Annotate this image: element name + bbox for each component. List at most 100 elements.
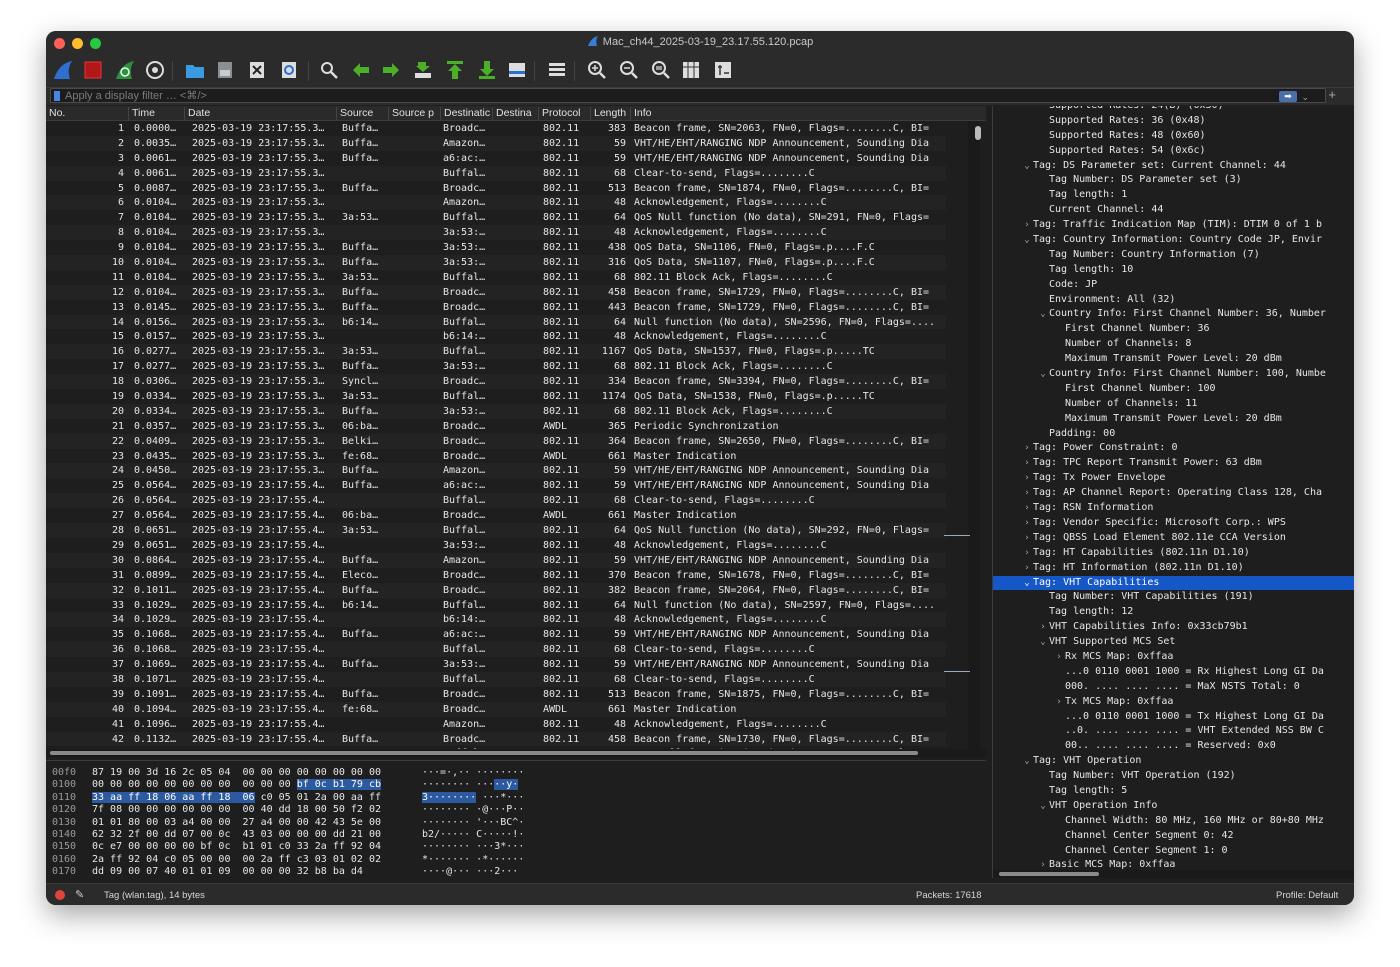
packet-row[interactable]: 41 0.1096… 2025-03-19 23:17:55.4… Amazon… 80… [46, 717, 946, 732]
hex-ascii[interactable]: b2/····· C·····!· [422, 829, 524, 841]
detail-row[interactable]: ⌄ VHT Supported MCS Set [993, 635, 1354, 650]
detail-row[interactable]: Tag length: 5 [993, 784, 1354, 799]
packet-row[interactable]: 24 0.0450… 2025-03-19 23:17:55.3… Buffa… Ama… [46, 463, 946, 479]
detail-row[interactable]: ⌄ Country Info: First Channel Number: 36,… [993, 307, 1354, 322]
hex-ascii[interactable]: ···=·,·· ········ [422, 767, 524, 779]
save-file-icon[interactable] [214, 59, 236, 81]
packet-row[interactable]: 13 0.0145… 2025-03-19 23:17:55.3… Buffa… Bro… [46, 300, 946, 315]
packet-row[interactable]: 2 0.0035… 2025-03-19 23:17:55.3… Buffa… Amaz… [46, 135, 946, 151]
detail-row[interactable]: Code: JP [993, 278, 1354, 293]
chevron-right-icon[interactable]: › [1037, 620, 1049, 635]
packet-row[interactable]: 26 0.0564… 2025-03-19 23:17:55.4… Buffal… 80… [46, 493, 946, 509]
detail-row[interactable]: › Tag: Tx Power Envelope [993, 471, 1354, 486]
column-header[interactable]: No. [46, 107, 128, 120]
detail-row[interactable]: Current Channel: 44 [993, 203, 1354, 218]
packet-row[interactable]: 42 0.1132… 2025-03-19 23:17:55.4… Buffa… Bro… [46, 731, 946, 747]
packet-row[interactable]: 11 0.0104… 2025-03-19 23:17:55.3… 3a:53… Buf… [46, 270, 946, 285]
expert-info-icon[interactable] [55, 890, 65, 900]
detail-row[interactable]: ...0 0110 0001 1000 = Rx Highest Long GI… [993, 665, 1354, 680]
apply-filter-button[interactable]: ➡ [1279, 91, 1297, 102]
column-header[interactable]: Destinatic [440, 107, 492, 120]
chevron-right-icon[interactable]: › [1021, 486, 1033, 501]
detail-row[interactable]: › VHT Capabilities Info: 0x33cb79b1 [993, 620, 1354, 635]
expand-all-icon[interactable] [712, 59, 734, 81]
chevron-right-icon[interactable]: › [1021, 501, 1033, 516]
packet-row[interactable]: 38 0.1071… 2025-03-19 23:17:55.4… Buffal… 80… [46, 671, 946, 687]
profile-status[interactable]: Profile: Default [1276, 890, 1338, 901]
chevron-right-icon[interactable]: › [1053, 695, 1065, 710]
packet-row[interactable]: 5 0.0087… 2025-03-19 23:17:55.3… Buffa… Broa… [46, 181, 946, 196]
packet-list-hscrollbar[interactable] [46, 749, 986, 757]
auto-scroll-icon[interactable] [506, 59, 528, 81]
packet-row[interactable]: 7 0.0104… 2025-03-19 23:17:55.3… 3a:53… Buff… [46, 210, 946, 225]
packet-row[interactable]: 33 0.1029… 2025-03-19 23:17:55.4… b6:14… Buf… [46, 598, 946, 613]
detail-row[interactable]: › Tag: Vendor Specific: Microsoft Corp.: … [993, 516, 1354, 531]
packet-row[interactable]: 4 0.0061… 2025-03-19 23:17:55.3… Buffal… 802… [46, 165, 946, 181]
detail-row[interactable]: ...0 0110 0001 1000 = Tx Highest Long GI… [993, 710, 1354, 725]
packet-list-scrollbar[interactable] [968, 121, 980, 751]
packet-row[interactable]: 29 0.0651… 2025-03-19 23:17:55.4… 3a:53:… 80… [46, 538, 946, 553]
packet-row[interactable]: 10 0.0104… 2025-03-19 23:17:55.3… Buffa… 3a:… [46, 255, 946, 270]
normal-size-icon[interactable] [650, 59, 672, 81]
shark-fin-start-icon[interactable] [52, 59, 74, 81]
go-last-icon[interactable] [476, 59, 498, 81]
detail-row-selected[interactable]: ⌄ Tag: VHT Capabilities [993, 575, 1354, 591]
packet-row[interactable]: 6 0.0104… 2025-03-19 23:17:55.3… Amazon… 802… [46, 195, 946, 211]
column-header[interactable]: Source [336, 107, 388, 120]
hex-bytes[interactable]: 87 19 00 3d 16 2c 05 04 00 00 00 00 00 0… [92, 767, 381, 779]
resize-columns-icon[interactable] [680, 59, 702, 81]
detail-row[interactable]: ..0. .... .... .... = VHT Extended NSS B… [993, 724, 1354, 739]
chevron-down-icon[interactable]: ⌄ [1021, 159, 1033, 174]
detail-row[interactable]: First Channel Number: 100 [993, 382, 1354, 397]
packet-row[interactable]: 35 0.1068… 2025-03-19 23:17:55.4… Buffa… a6:… [46, 627, 946, 642]
chevron-down-icon[interactable]: ⌄ [1021, 754, 1033, 769]
detail-row[interactable]: Number of Channels: 11 [993, 397, 1354, 412]
detail-row[interactable]: ⌄ Tag: DS Parameter set: Current Channel:… [993, 159, 1354, 174]
detail-row[interactable]: Supported Rates: 24(B) (0x30) [993, 106, 1354, 114]
packet-row[interactable]: 3 0.0061… 2025-03-19 23:17:55.3… Buffa… a6:a… [46, 151, 946, 166]
packet-list-scroll-thumb[interactable] [975, 126, 981, 140]
column-header[interactable]: Protocol [538, 107, 590, 120]
packet-row[interactable]: 23 0.0435… 2025-03-19 23:17:55.3… fe:68… Bro… [46, 449, 946, 464]
detail-row[interactable]: Tag Number: Country Information (7) [993, 248, 1354, 263]
column-header[interactable]: Time [128, 107, 184, 120]
chevron-right-icon[interactable]: › [1021, 456, 1033, 471]
column-header[interactable]: Source p [388, 107, 440, 120]
packet-row[interactable]: 1 0.0000… 2025-03-19 23:17:55.3… Buffa… Broa… [46, 121, 946, 136]
hex-ascii[interactable]: 3········ ···*··· [422, 791, 524, 804]
colorize-icon[interactable] [546, 59, 568, 81]
detail-row[interactable]: › Tag: AP Channel Report: Operating Class… [993, 486, 1354, 501]
find-packet-icon[interactable] [318, 59, 340, 81]
detail-row[interactable]: ⌄ Tag: Country Information: Country Code … [993, 233, 1354, 248]
hex-bytes[interactable]: 7f 08 00 00 00 00 00 00 00 40 dd 18 00 5… [92, 804, 381, 816]
packet-row[interactable]: 14 0.0156… 2025-03-19 23:17:55.3… b6:14… Buf… [46, 314, 946, 330]
open-file-icon[interactable] [184, 59, 206, 81]
bookmark-icon[interactable] [54, 91, 60, 101]
detail-row[interactable]: 000. .... .... .... = MaX NSTS Total: 0 [993, 680, 1354, 695]
go-back-icon[interactable] [350, 59, 372, 81]
chevron-right-icon[interactable]: › [1021, 441, 1033, 456]
detail-row[interactable]: Supported Rates: 48 (0x60) [993, 129, 1354, 144]
detail-row[interactable]: › Rx MCS Map: 0xffaa [993, 650, 1354, 665]
chevron-right-icon[interactable]: › [1021, 516, 1033, 531]
detail-row[interactable]: Tag Number: VHT Operation (192) [993, 769, 1354, 784]
details-hscrollbar[interactable] [993, 870, 1354, 878]
hex-ascii[interactable]: ····@··· ···2··· [422, 866, 518, 878]
column-header[interactable]: Destina [492, 107, 538, 120]
packet-row[interactable]: 36 0.1068… 2025-03-19 23:17:55.4… Buffal… 80… [46, 642, 946, 658]
chevron-right-icon[interactable]: › [1021, 546, 1033, 561]
hex-bytes[interactable]: 2a ff 92 04 c0 05 00 00 00 2a ff c3 03 0… [92, 854, 381, 866]
detail-row[interactable]: Tag length: 1 [993, 188, 1354, 203]
packet-row[interactable]: 18 0.0306… 2025-03-19 23:17:55.3… Syncl… Bro… [46, 374, 946, 390]
chevron-right-icon[interactable]: › [1021, 561, 1033, 576]
packet-row[interactable]: 39 0.1091… 2025-03-19 23:17:55.4… Buffa… Bro… [46, 687, 946, 702]
detail-row[interactable]: Supported Rates: 54 (0x6c) [993, 144, 1354, 159]
chevron-down-icon[interactable]: ⌄ [1037, 367, 1049, 382]
detail-row[interactable]: Padding: 00 [993, 427, 1354, 442]
column-header[interactable]: Info [630, 107, 970, 120]
detail-row[interactable]: First Channel Number: 36 [993, 322, 1354, 337]
detail-row[interactable]: Channel Center Segment 0: 42 [993, 829, 1354, 844]
detail-row[interactable]: › Tx MCS Map: 0xffaa [993, 695, 1354, 710]
column-header[interactable]: Date [184, 107, 336, 120]
packet-row[interactable]: 34 0.1029… 2025-03-19 23:17:55.4… b6:14:… 80… [46, 612, 946, 628]
